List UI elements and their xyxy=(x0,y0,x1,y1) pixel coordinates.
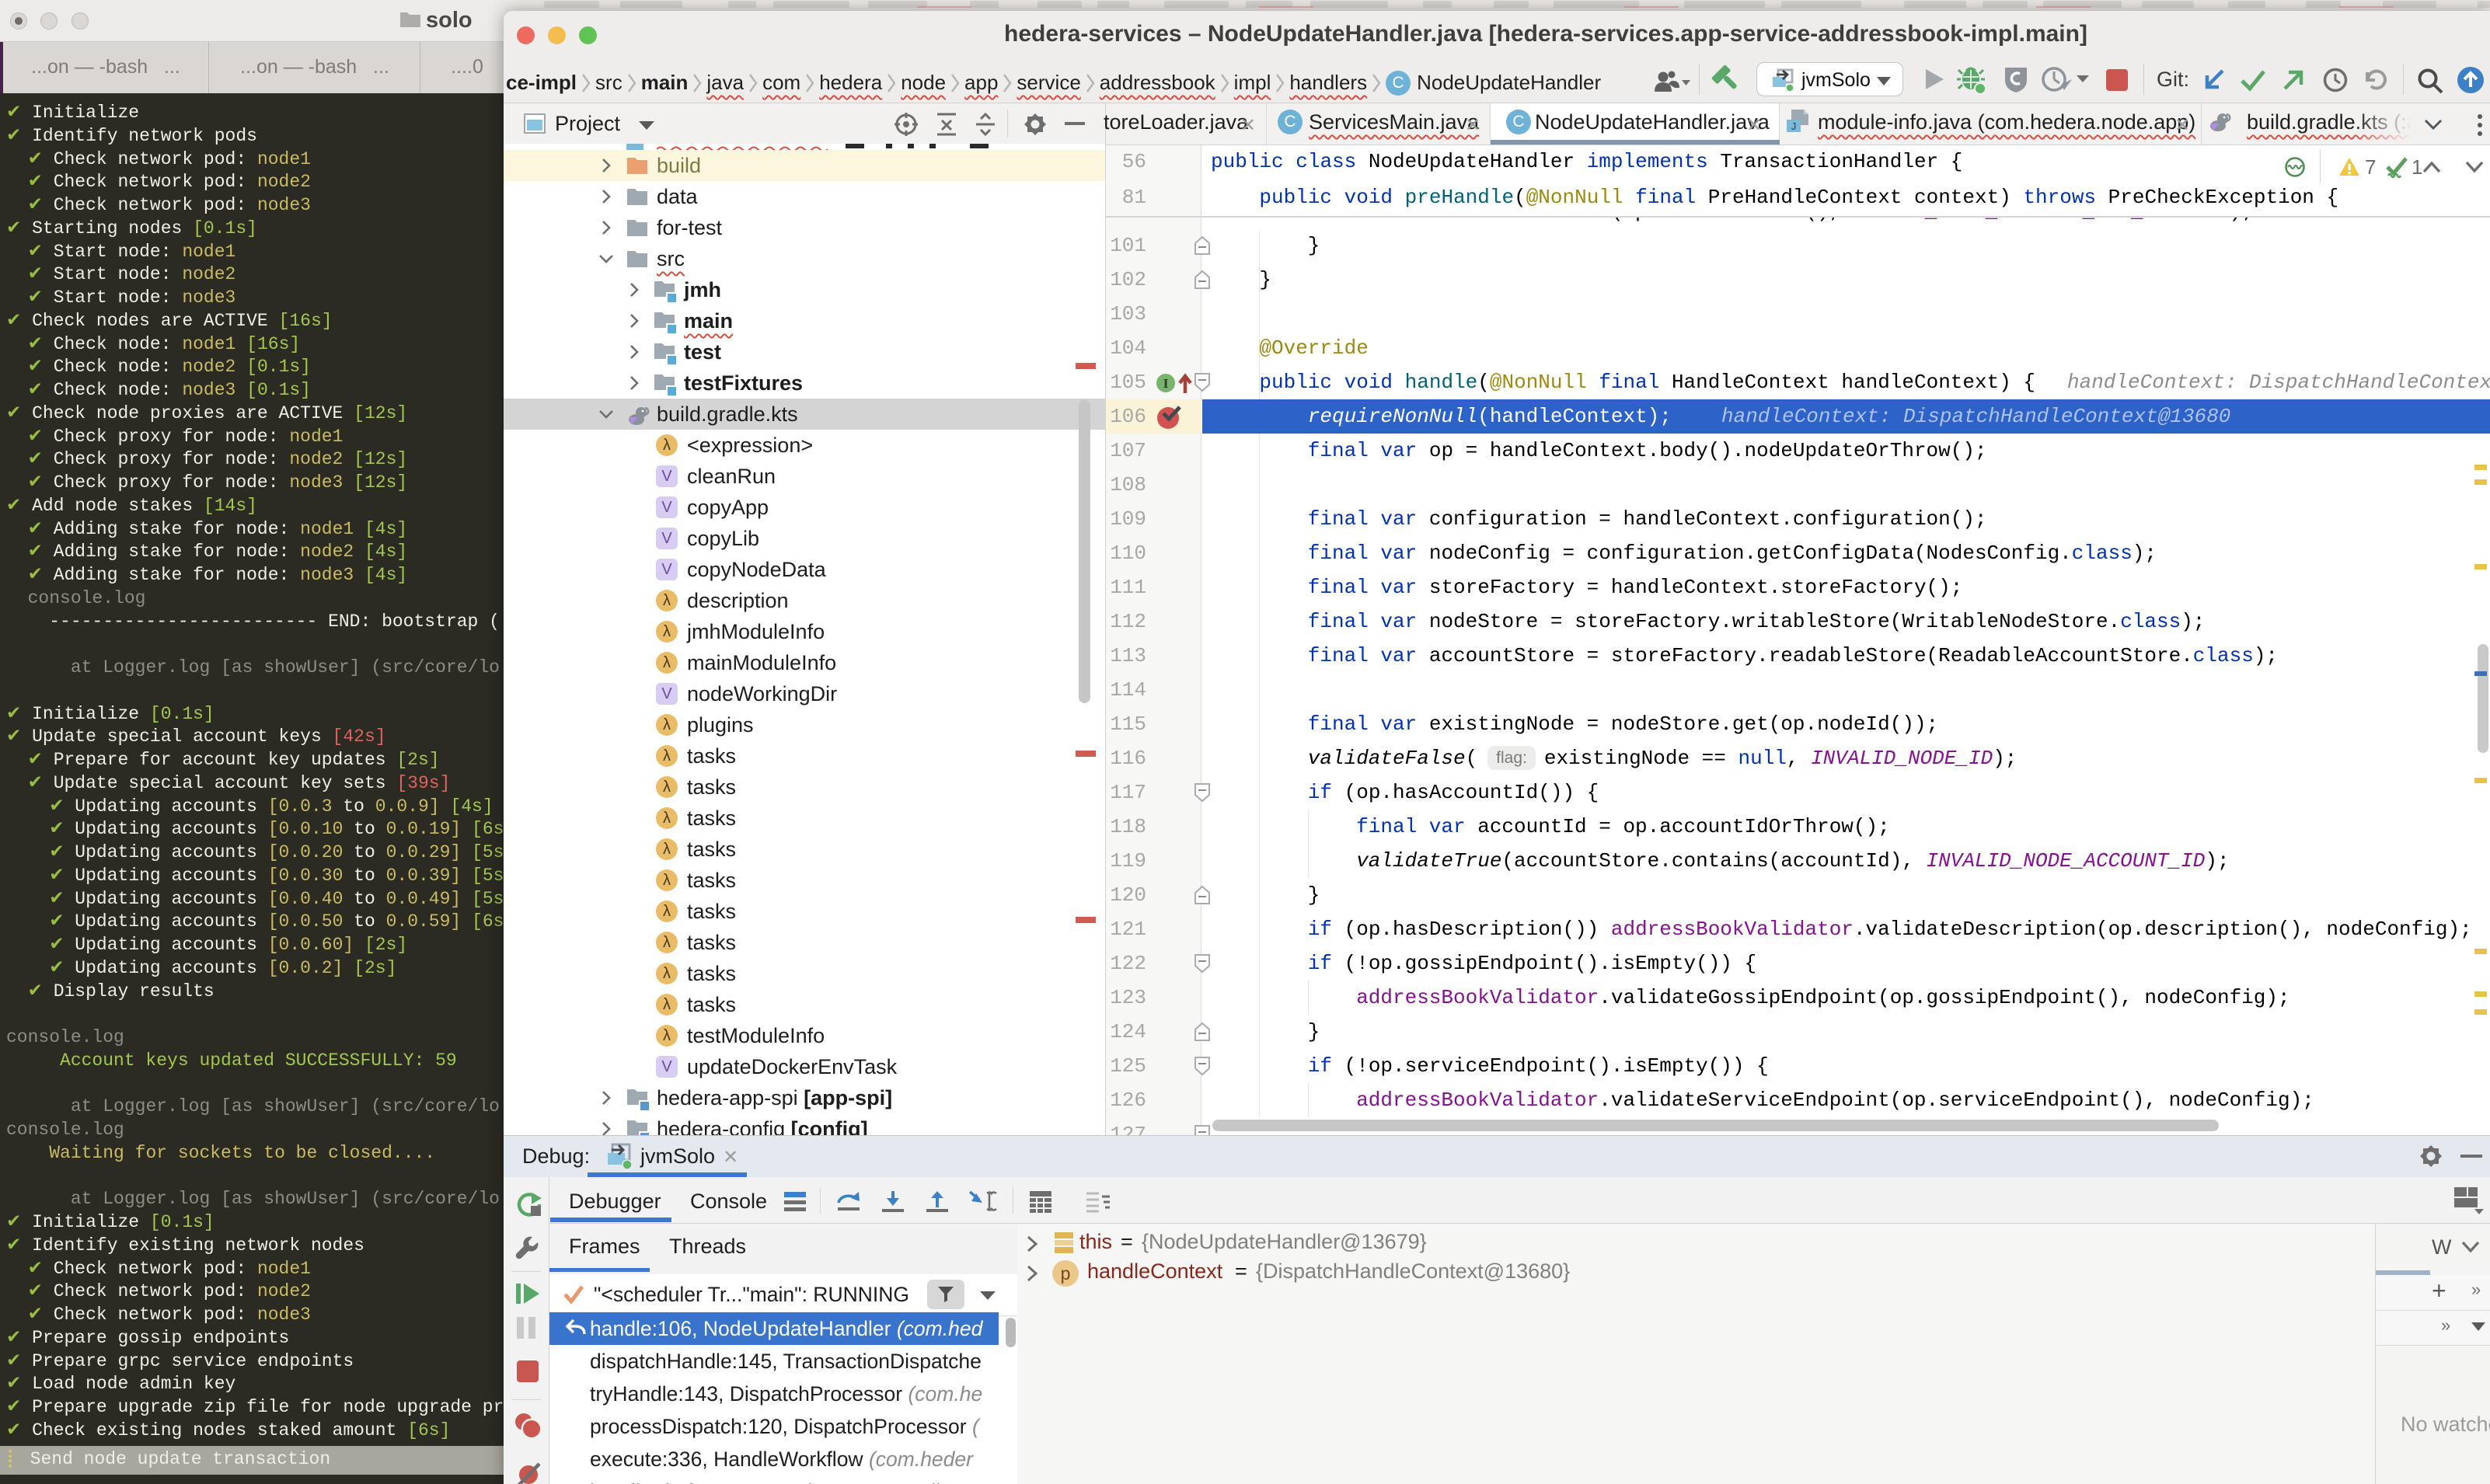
svg-text:I: I xyxy=(1163,376,1169,391)
svg-text:J: J xyxy=(1791,120,1797,132)
